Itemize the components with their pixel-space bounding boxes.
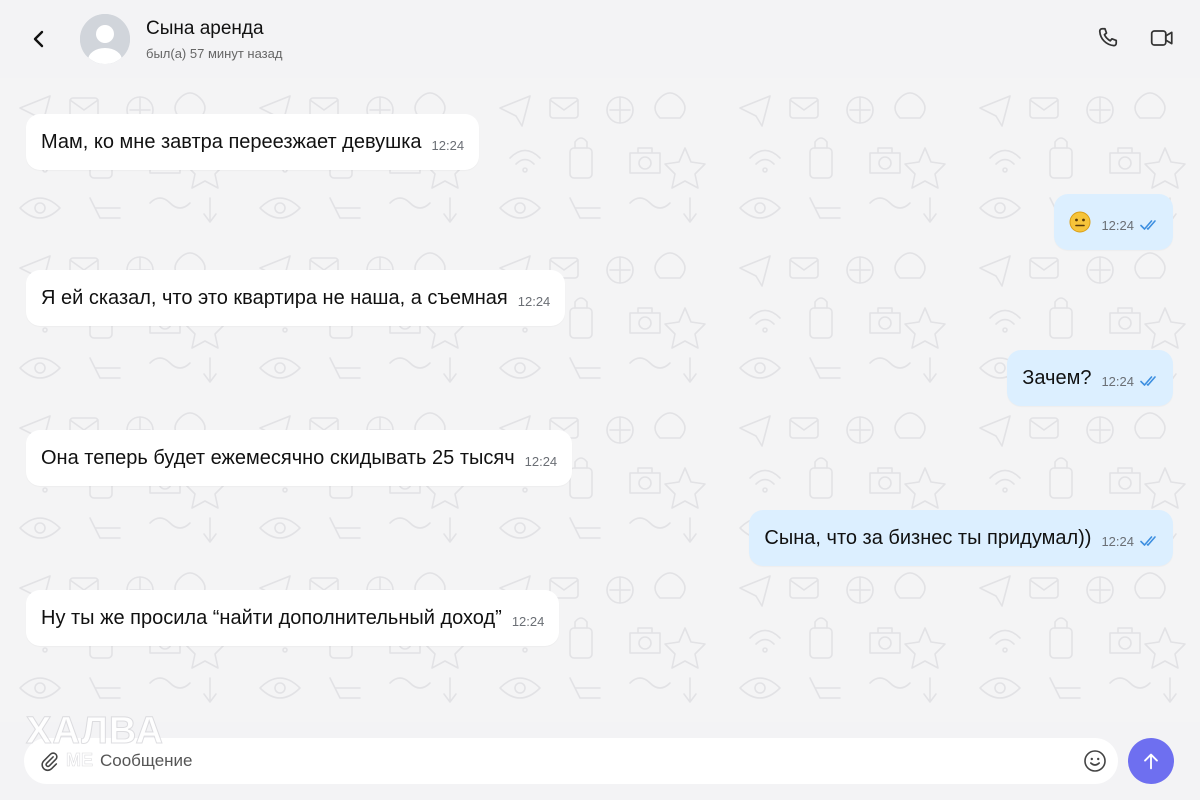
send-button[interactable] [1128, 738, 1174, 784]
double-check-icon [1140, 375, 1158, 387]
arrow-up-icon [1144, 753, 1158, 770]
incoming-message[interactable]: Мам, ко мне завтра переезжает девушка 12… [26, 114, 480, 170]
incoming-message[interactable]: Я ей сказал, что это квартира не наша, а… [26, 270, 566, 326]
message-text: Мам, ко мне завтра переезжает девушка [41, 130, 422, 153]
message-text: Я ей сказал, что это квартира не наша, а… [41, 286, 508, 309]
message-text: Сына, что за бизнес ты придумал)) [764, 526, 1092, 549]
call-button[interactable] [1092, 22, 1124, 54]
message-time: 12:24 [1101, 373, 1134, 389]
paperclip-icon [41, 752, 58, 772]
back-button[interactable] [22, 22, 56, 56]
message-time: 12:24 [511, 613, 545, 629]
emoji-button[interactable] [1082, 748, 1108, 774]
phone-icon [1098, 27, 1118, 47]
message-time: 12:24 [517, 293, 551, 309]
message-input[interactable] [100, 744, 1060, 778]
video-camera-icon [1150, 30, 1173, 46]
message-time: 12:24 [431, 137, 465, 153]
neutral-face-emoji-icon [1069, 211, 1091, 233]
incoming-message[interactable]: Ну ты же просила “найти дополнительный д… [26, 590, 560, 646]
incoming-message[interactable]: Она теперь будет ежемесячно скидывать 25… [26, 430, 573, 486]
message-time: 12:24 [1101, 217, 1134, 233]
user-silhouette-icon [80, 14, 130, 64]
message-time: 12:24 [1101, 533, 1134, 549]
smiley-icon [1084, 750, 1106, 772]
chevron-left-icon [33, 30, 44, 48]
outgoing-message[interactable]: 12:24 [1054, 194, 1173, 250]
outgoing-message[interactable]: Сына, что за бизнес ты придумал)) 12:24 [749, 510, 1173, 566]
message-time: 12:24 [524, 453, 558, 469]
avatar[interactable] [80, 14, 130, 64]
message-text: Зачем? [1022, 366, 1092, 389]
double-check-icon [1140, 219, 1158, 231]
double-check-icon [1140, 535, 1158, 547]
message-list[interactable]: Мам, ко мне завтра переезжает девушка 12… [0, 78, 1200, 722]
attach-button[interactable] [36, 748, 62, 774]
video-call-button[interactable] [1146, 22, 1178, 54]
outgoing-message[interactable]: Зачем? 12:24 [1007, 350, 1173, 406]
chat-title[interactable]: Сына аренда [146, 18, 264, 40]
message-text: Она теперь будет ежемесячно скидывать 25… [41, 446, 515, 469]
chat-header: Сына аренда был(а) 57 минут назад [0, 0, 1200, 78]
last-seen-status: был(а) 57 минут назад [146, 46, 283, 61]
message-text: Ну ты же просила “найти дополнительный д… [41, 606, 502, 629]
